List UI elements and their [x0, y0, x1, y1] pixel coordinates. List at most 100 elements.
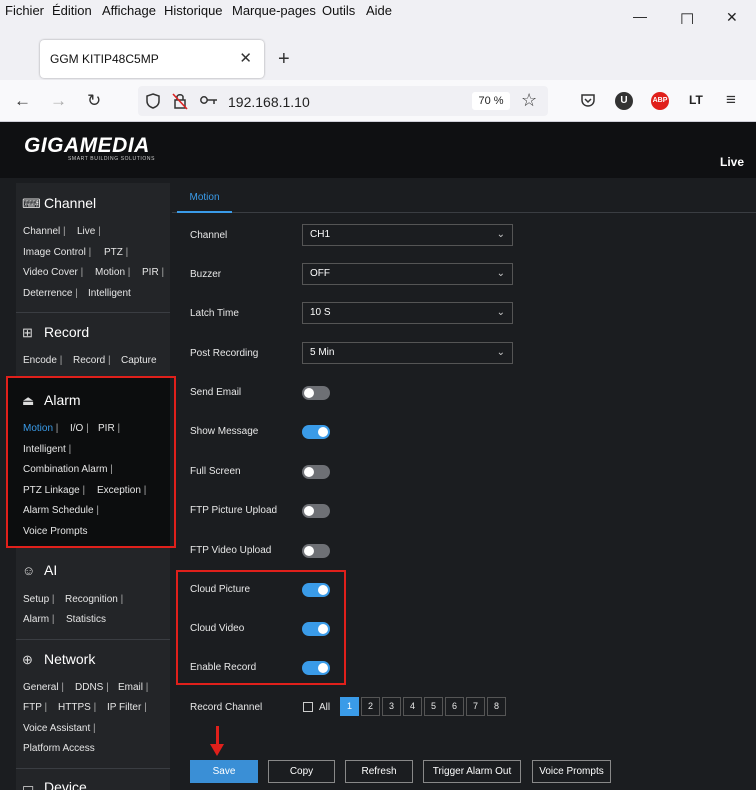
link-statistics[interactable]: Statistics [66, 614, 106, 625]
forward-icon[interactable]: → [50, 91, 67, 111]
link-ip-filter[interactable]: IP Filter | [107, 702, 147, 713]
adblock-icon[interactable]: ABP [651, 92, 669, 110]
link-voice-assistant[interactable]: Voice Assistant | [23, 723, 96, 734]
sidebar-section-device[interactable]: ▭ Device [22, 779, 87, 790]
link-video-cover[interactable]: Video Cover | [23, 267, 83, 278]
copy-button[interactable]: Copy [268, 760, 335, 783]
ftp-picture-upload-toggle[interactable] [302, 504, 330, 518]
minimize-icon[interactable]: — [633, 8, 647, 24]
close-tab-icon[interactable]: ✕ [239, 49, 252, 67]
latch-time-label: Latch Time [190, 308, 239, 319]
save-button[interactable]: Save [190, 760, 258, 783]
sidebar-section-ai[interactable]: ☺ AI [22, 562, 57, 578]
full-screen-toggle[interactable] [302, 465, 330, 479]
menu-aide[interactable]: Aide [366, 3, 392, 18]
menu-marque-pages[interactable]: Marque-pages [232, 3, 316, 18]
ftp-video-upload-label: FTP Video Upload [190, 545, 272, 556]
channel-button-1[interactable]: 1 [340, 697, 359, 716]
link-motion[interactable]: Motion | [95, 267, 130, 278]
network-icon: ⊕ [22, 652, 33, 667]
link-https[interactable]: HTTPS | [58, 702, 96, 713]
link-setup[interactable]: Setup | [23, 594, 55, 605]
latch-time-select[interactable]: 10 S ⌄ [302, 302, 513, 324]
channel-button-7[interactable]: 7 [466, 697, 485, 716]
ftp-video-upload-toggle[interactable] [302, 544, 330, 558]
toggle-knob [304, 467, 314, 477]
logo-tagline: SMART BUILDING SOLUTIONS [68, 156, 156, 162]
channel-button-2[interactable]: 2 [361, 697, 380, 716]
toggle-knob [318, 427, 328, 437]
show-message-toggle[interactable] [302, 425, 330, 439]
zoom-level[interactable]: 70 % [472, 92, 510, 110]
menu-edition[interactable]: Édition [52, 3, 92, 18]
camera-icon: ⌨ [22, 196, 41, 211]
link-channel[interactable]: Channel | [23, 226, 66, 237]
channel-button-8[interactable]: 8 [487, 697, 506, 716]
link-platform-access[interactable]: Platform Access [23, 743, 95, 754]
voice-prompts-button[interactable]: Voice Prompts [532, 760, 611, 783]
menu-historique[interactable]: Historique [164, 3, 223, 18]
browser-tab[interactable]: GGM KITIP48C5MP ✕ [40, 40, 264, 78]
select-value: CH1 [310, 229, 331, 240]
back-icon[interactable]: ← [14, 91, 31, 111]
link-ftp[interactable]: FTP | [23, 702, 47, 713]
sidebar-section-network[interactable]: ⊕ Network [22, 651, 95, 668]
section-title: Network [44, 651, 96, 667]
link-capture[interactable]: Capture [121, 355, 157, 366]
record-icon: ⊞ [22, 325, 33, 340]
bookmark-star-icon[interactable]: ☆ [521, 90, 537, 111]
ublock-icon[interactable]: U [615, 92, 633, 110]
channel-button-3[interactable]: 3 [382, 697, 401, 716]
insecure-lock-icon[interactable] [172, 92, 188, 110]
link-pir[interactable]: PIR | [142, 267, 164, 278]
show-message-label: Show Message [190, 426, 259, 437]
link-ai-alarm[interactable]: Alarm | [23, 614, 55, 625]
hamburger-menu-icon[interactable]: ≡ [726, 90, 736, 110]
channel-button-6[interactable]: 6 [445, 697, 464, 716]
menu-affichage[interactable]: Affichage [102, 3, 156, 18]
all-channels-label: All [319, 702, 331, 713]
toggle-knob [304, 506, 314, 516]
link-record[interactable]: Record | [73, 355, 111, 366]
languagetool-icon[interactable]: LT [689, 93, 703, 107]
url-bar[interactable]: 192.168.1.10 70 % ☆ [138, 86, 548, 116]
live-link[interactable]: Live [720, 155, 744, 169]
pocket-icon[interactable] [580, 92, 596, 108]
post-recording-select[interactable]: 5 Min ⌄ [302, 342, 513, 364]
sidebar-section-channel[interactable]: ⌨ Channel [22, 195, 96, 212]
key-icon[interactable] [200, 95, 218, 105]
all-channels-checkbox[interactable] [303, 702, 313, 712]
link-ptz[interactable]: PTZ | [104, 247, 128, 258]
divider [16, 768, 170, 769]
channel-button-5[interactable]: 5 [424, 697, 443, 716]
link-deterrence[interactable]: Deterrence | [23, 288, 78, 299]
link-encode[interactable]: Encode | [23, 355, 62, 366]
refresh-button[interactable]: Refresh [345, 760, 413, 783]
record-channel-label: Record Channel [190, 702, 263, 713]
reload-icon[interactable]: ↻ [87, 91, 101, 111]
logo: GIGAMEDIA [24, 134, 150, 157]
trigger-alarm-out-button[interactable]: Trigger Alarm Out [423, 760, 521, 783]
tab-motion[interactable]: Motion [177, 183, 232, 213]
device-icon: ▭ [22, 780, 35, 790]
link-general[interactable]: General | [23, 682, 64, 693]
send-email-toggle[interactable] [302, 386, 330, 400]
link-image-control[interactable]: Image Control | [23, 247, 91, 258]
menu-fichier[interactable]: Fichier [5, 3, 44, 18]
buzzer-select[interactable]: OFF ⌄ [302, 263, 513, 285]
link-email[interactable]: Email | [118, 682, 148, 693]
link-live[interactable]: Live | [77, 226, 101, 237]
link-intelligent[interactable]: Intelligent [88, 288, 131, 299]
menu-outils[interactable]: Outils [322, 3, 355, 18]
tab-bar: GGM KITIP48C5MP ✕ + [0, 24, 756, 80]
select-value: 5 Min [310, 347, 335, 358]
toggle-knob [304, 388, 314, 398]
channel-button-4[interactable]: 4 [403, 697, 422, 716]
link-recognition[interactable]: Recognition | [65, 594, 123, 605]
shield-icon[interactable] [146, 93, 160, 109]
sidebar-section-record[interactable]: ⊞ Record [22, 324, 89, 341]
channel-select[interactable]: CH1 ⌄ [302, 224, 513, 246]
new-tab-icon[interactable]: + [278, 48, 290, 71]
link-ddns[interactable]: DDNS | [75, 682, 109, 693]
toggle-knob [304, 546, 314, 556]
